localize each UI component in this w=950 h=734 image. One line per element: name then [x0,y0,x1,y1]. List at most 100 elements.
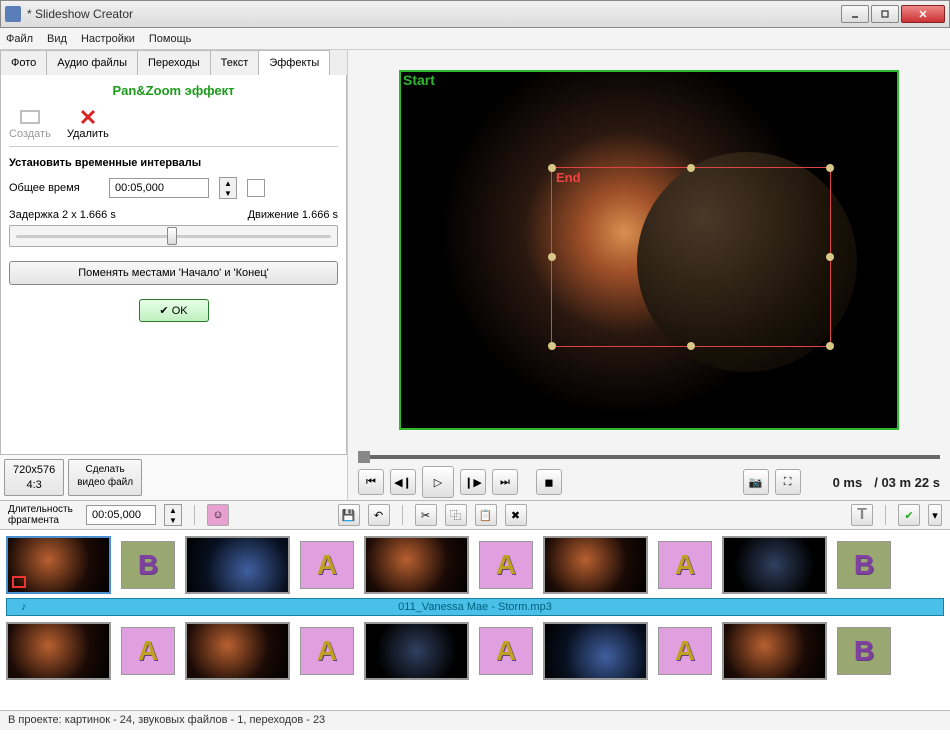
transition-item[interactable]: A [300,627,354,675]
total-time-input[interactable] [109,178,209,198]
link-checkbox[interactable] [247,179,265,197]
window-title: * Slideshow Creator [27,7,839,21]
clip-thumbnail[interactable] [364,622,469,680]
play-button[interactable]: ▷ [422,466,454,498]
copy-button[interactable]: ⿻ [445,504,467,526]
clip-thumbnail[interactable] [722,536,827,594]
delete-button[interactable]: Удалить [67,108,109,140]
transition-item[interactable]: A [300,541,354,589]
close-button[interactable] [901,5,945,23]
motion-label: Движение 1.666 s [248,209,338,221]
transition-item[interactable]: A [479,541,533,589]
transition-item[interactable]: A [121,627,175,675]
tab-text[interactable]: Текст [210,50,260,75]
undo-button[interactable]: ↶ [368,504,390,526]
preview-area: Start End ⏮ ◀❙ ▷ ❙▶ ⏭ [348,50,950,500]
swap-start-end-button[interactable]: Поменять местами 'Начало' и 'Конец' [9,261,338,285]
start-label: Start [403,72,435,88]
rectangle-icon [19,108,41,126]
paste-icon: 📋 [479,509,493,522]
resize-handle[interactable] [826,342,834,350]
menu-file[interactable]: Файл [6,33,33,45]
preview-frame[interactable]: Start End [399,70,899,430]
fragment-spinner[interactable]: ▲▼ [164,504,182,526]
clip-thumbnail[interactable] [543,536,648,594]
tab-audio[interactable]: Аудио файлы [46,50,138,75]
app-icon [5,6,21,22]
clip-thumbnail[interactable] [6,536,111,594]
clip-thumbnail[interactable] [6,622,111,680]
transition-item[interactable]: A [658,627,712,675]
transition-item[interactable]: A [658,541,712,589]
effect-marker-icon [12,576,26,588]
end-region[interactable]: End [551,167,831,347]
maximize-button[interactable] [871,5,899,23]
fragment-duration-input[interactable] [86,505,156,525]
tab-effects[interactable]: Эффекты [258,50,330,75]
clip-thumbnail[interactable] [185,536,290,594]
resize-handle[interactable] [548,164,556,172]
face-button[interactable]: ☺ [207,504,229,526]
undo-icon: ↶ [374,509,383,522]
delete-item-button[interactable]: ✖ [505,504,527,526]
total-time: / 03 m 22 s [874,475,940,490]
end-label: End [556,170,826,185]
clip-thumbnail[interactable] [364,536,469,594]
minimize-button[interactable] [841,5,869,23]
floppy-icon: 💾 [342,509,356,522]
copy-icon: ⿻ [450,507,461,523]
resolution-button[interactable]: 720x5764:3 [4,459,64,496]
step-forward-button[interactable]: ❙▶ [460,469,486,495]
left-panel: Фото Аудио файлы Переходы Текст Эффекты … [0,50,348,500]
tab-photo[interactable]: Фото [0,50,47,75]
time-spinner[interactable]: ▲▼ [219,177,237,199]
clip-thumbnail[interactable] [185,622,290,680]
resize-handle[interactable] [687,164,695,172]
goto-start-button[interactable]: ⏮ [358,469,384,495]
timeline-toolbar: Длительность фрагмента ▲▼ ☺ 💾 ↶ ✂ ⿻ 📋 ✖ … [0,500,950,530]
current-time: 0 ms [833,475,863,490]
audio-track[interactable]: ♪ 011_Vanessa Mae - Storm.mp3 [6,598,944,616]
stop-button[interactable]: ◼ [536,469,562,495]
transition-item[interactable]: B [837,541,891,589]
transition-item[interactable]: A [479,627,533,675]
ok-button[interactable]: ✔ OK [139,299,209,322]
timeline[interactable]: B A A A B ♪ 011_Vanessa Mae - Storm.mp3 … [0,530,950,710]
text-tool-button[interactable]: T [851,504,873,526]
resize-handle[interactable] [826,253,834,261]
fullscreen-button[interactable]: ⛶ [775,469,801,495]
clip-thumbnail[interactable] [722,622,827,680]
goto-end-button[interactable]: ⏭ [492,469,518,495]
save-button[interactable]: 💾 [338,504,360,526]
make-video-button[interactable]: Сделать видео файл [68,459,142,496]
slider-thumb[interactable] [167,227,177,245]
apply-dropdown[interactable]: ▾ [928,504,942,526]
delay-label: Задержка 2 x 1.666 s [9,209,116,221]
resize-handle[interactable] [826,164,834,172]
menu-settings[interactable]: Настройки [81,33,135,45]
resize-handle[interactable] [548,342,556,350]
divider [9,146,338,147]
panzoom-header: Pan&Zoom эффект [9,83,338,98]
cut-button[interactable]: ✂ [415,504,437,526]
scrub-bar[interactable] [348,450,950,464]
apply-button[interactable]: ✔ [898,504,920,526]
create-button: Создать [9,108,51,140]
transition-item[interactable]: B [837,627,891,675]
clip-thumbnail[interactable] [543,622,648,680]
resize-handle[interactable] [548,253,556,261]
x-icon: ✖ [511,509,520,522]
scrub-knob[interactable] [358,451,370,463]
snapshot-button[interactable]: 📷 [743,469,769,495]
tab-transitions[interactable]: Переходы [137,50,211,75]
menu-help[interactable]: Помощь [149,33,192,45]
status-bar: В проекте: картинок - 24, звуковых файло… [0,710,950,730]
delay-motion-slider[interactable] [9,225,338,247]
intervals-header: Установить временные интервалы [9,157,338,169]
transition-item[interactable]: B [121,541,175,589]
menu-view[interactable]: Вид [47,33,67,45]
resize-handle[interactable] [687,342,695,350]
paste-button[interactable]: 📋 [475,504,497,526]
fragment-duration-label: Длительность фрагмента [8,504,78,526]
step-back-button[interactable]: ◀❙ [390,469,416,495]
